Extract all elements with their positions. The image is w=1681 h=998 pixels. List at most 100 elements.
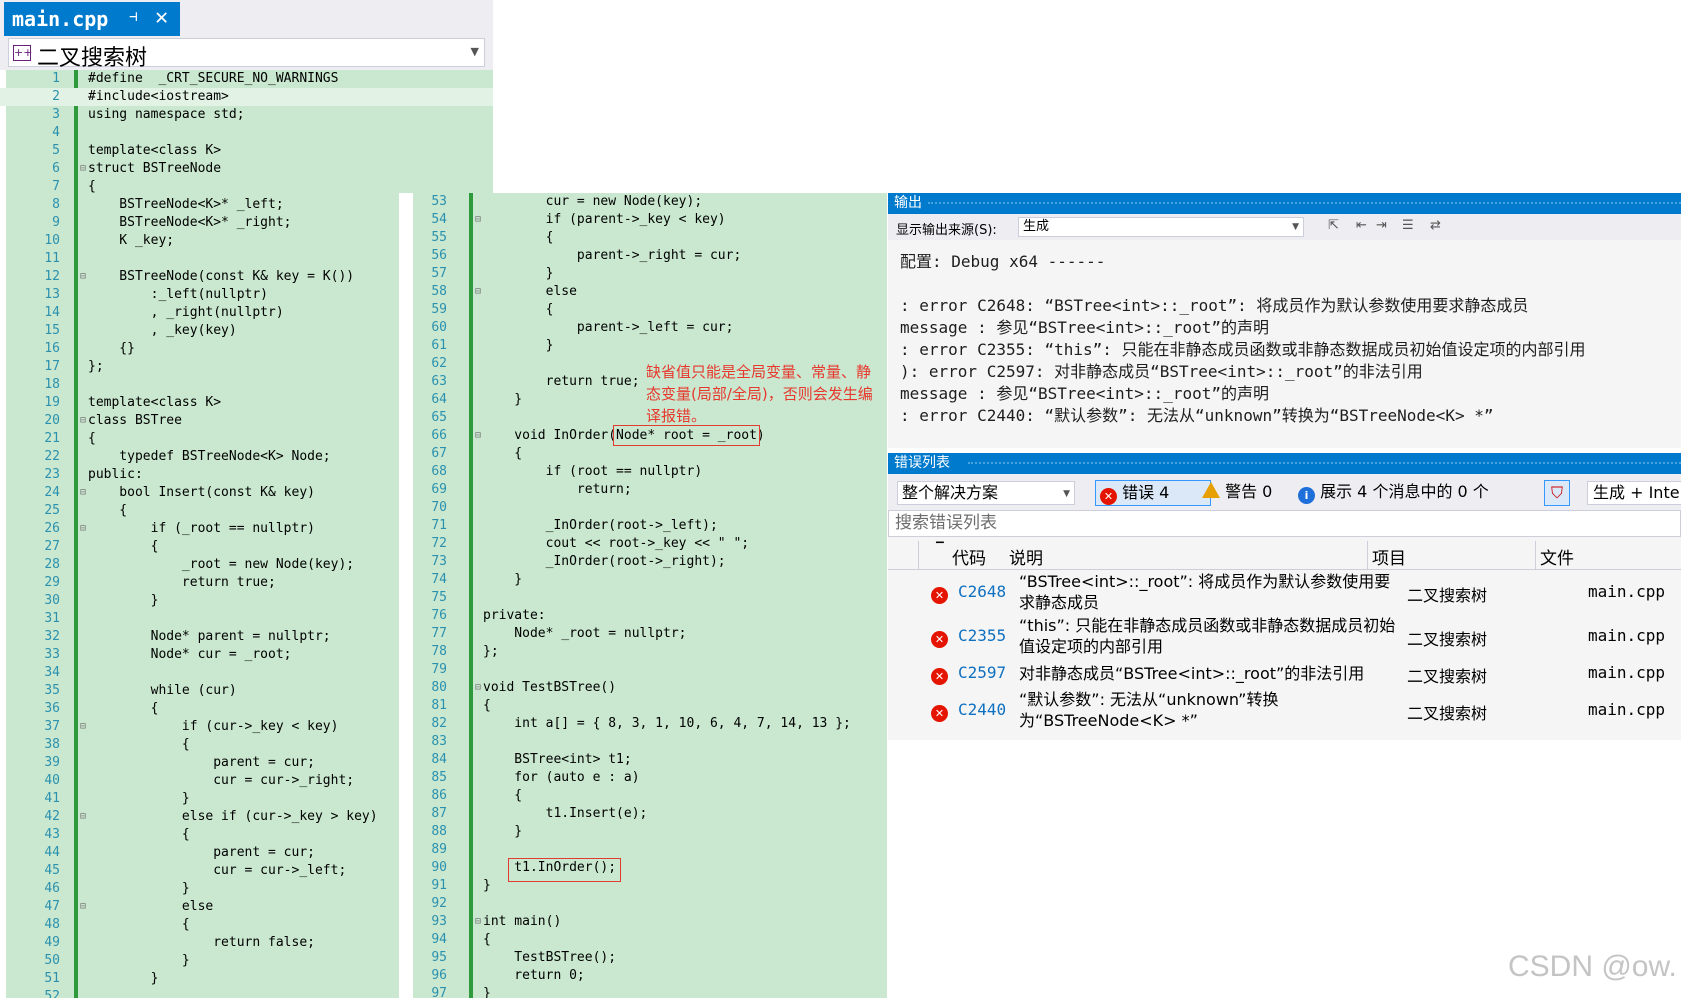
prev-message-icon[interactable]: ⇤ xyxy=(1356,218,1367,233)
fold-icon[interactable]: ⊟ xyxy=(475,427,481,445)
fold-icon[interactable]: ⊟ xyxy=(80,160,86,178)
code-line[interactable]: 61 } xyxy=(413,337,887,355)
line-text: parent = cur; xyxy=(88,755,315,770)
code-line[interactable]: 94 { xyxy=(413,931,887,949)
code-line[interactable]: 1 #define _CRT_SECURE_NO_WARNINGS xyxy=(0,70,493,88)
code-line[interactable]: 82 int a[] = { 8, 3, 1, 10, 6, 4, 7, 14,… xyxy=(413,715,887,733)
code-line[interactable]: 86 { xyxy=(413,787,887,805)
chevron-down-icon[interactable]: ▼ xyxy=(1063,483,1070,505)
line-text: , _key(key) xyxy=(88,323,237,338)
code-line[interactable]: 72 cout << root->_key << " "; xyxy=(413,535,887,553)
code-line[interactable]: 80 ⊟ void TestBSTree() xyxy=(413,679,887,697)
fold-icon[interactable]: ⊟ xyxy=(80,484,86,502)
code-line[interactable]: 4 xyxy=(0,124,493,142)
code-line[interactable]: 77 Node* _root = nullptr; xyxy=(413,625,887,643)
scope-select[interactable]: 整个解决方案 ▼ xyxy=(897,481,1075,505)
code-line[interactable]: 93 ⊟ int main() xyxy=(413,913,887,931)
code-line[interactable]: 69 return; xyxy=(413,481,887,499)
error-row[interactable]: ✕ C2355 “this”: 只能在非静态成员函数或非静态数据成员初始值设定项的内… xyxy=(888,614,1681,658)
code-line[interactable]: 58 ⊟ else xyxy=(413,283,887,301)
fold-icon[interactable]: ⊟ xyxy=(80,520,86,538)
code-line[interactable]: 87 t1.Insert(e); xyxy=(413,805,887,823)
sort-icon[interactable]: ▔ xyxy=(936,543,944,554)
fold-icon[interactable]: ⊟ xyxy=(475,679,481,697)
code-line[interactable]: 59 { xyxy=(413,301,887,319)
word-wrap-icon[interactable]: ⇄ xyxy=(1430,218,1441,233)
code-line[interactable]: 54 ⊟ if (parent->_key < key) xyxy=(413,211,887,229)
find-message-icon[interactable]: ⇱ xyxy=(1328,218,1339,233)
fold-icon[interactable]: ⊟ xyxy=(80,718,86,736)
code-line[interactable]: 71 _InOrder(root->_left); xyxy=(413,517,887,535)
close-icon[interactable]: ✕ xyxy=(155,5,168,30)
line-number: 6 xyxy=(52,161,60,176)
code-line[interactable]: 3 using namespace std; xyxy=(0,106,493,124)
error-row[interactable]: ✕ C2597 对非静态成员“BSTree<int>::_root”的非法引用 二叉搜… xyxy=(888,658,1681,688)
code-line[interactable]: 70 xyxy=(413,499,887,517)
output-title-bar[interactable]: 输出 xyxy=(888,193,1681,214)
pin-icon[interactable]: ⊣ xyxy=(129,9,137,25)
code-line[interactable]: 95 TestBSTree(); xyxy=(413,949,887,967)
code-line[interactable]: 53 cur = new Node(key); xyxy=(413,193,887,211)
code-line[interactable]: 79 xyxy=(413,661,887,679)
code-line[interactable]: 57 } xyxy=(413,265,887,283)
code-line[interactable]: 90 t1.InOrder(); xyxy=(413,859,887,877)
code-line[interactable]: 68 if (root == nullptr) xyxy=(413,463,887,481)
fold-icon[interactable]: ⊟ xyxy=(80,898,86,916)
code-line[interactable]: 74 } xyxy=(413,571,887,589)
code-line[interactable]: 2 #include<iostream> xyxy=(0,88,493,106)
column-desc[interactable]: 说明 xyxy=(1009,544,1043,569)
code-line[interactable]: 88 } xyxy=(413,823,887,841)
line-text: return true; xyxy=(483,374,640,389)
fold-icon[interactable]: ⊟ xyxy=(475,913,481,931)
code-line[interactable]: 84 BSTree<int> t1; xyxy=(413,751,887,769)
code-line[interactable]: 89 xyxy=(413,841,887,859)
build-intellisense-select[interactable]: 生成 + IntelliSense xyxy=(1587,481,1681,505)
tab-main-cpp[interactable]: main.cpp ⊣ ✕ xyxy=(4,2,180,36)
code-line[interactable]: 55 { xyxy=(413,229,887,247)
line-text: class BSTree xyxy=(88,413,182,428)
code-line[interactable]: 91} xyxy=(413,877,887,895)
code-pane-right[interactable]: 53 cur = new Node(key); 54 ⊟ if (parent->_… xyxy=(399,193,887,998)
warnings-filter-button[interactable]: 警告 0 xyxy=(1198,480,1294,506)
messages-filter-button[interactable]: i 展示 4 个消息中的 0 个 xyxy=(1294,480,1514,506)
column-code[interactable]: 代码 xyxy=(952,544,986,569)
chevron-down-icon[interactable]: ▼ xyxy=(471,45,479,58)
error-icon: ✕ xyxy=(931,700,948,722)
fold-icon[interactable]: ⊟ xyxy=(80,412,86,430)
fold-icon[interactable]: ⊟ xyxy=(80,808,86,826)
code-line[interactable]: 78}; xyxy=(413,643,887,661)
code-line[interactable]: 92 xyxy=(413,895,887,913)
code-line[interactable]: 67 { xyxy=(413,445,887,463)
line-text: if (root == nullptr) xyxy=(483,464,703,479)
error-search-input[interactable]: 搜索错误列表 xyxy=(888,510,1681,537)
code-line[interactable]: 81 { xyxy=(413,697,887,715)
code-line[interactable]: 83 xyxy=(413,733,887,751)
filter-icon[interactable]: ⛉ xyxy=(1544,480,1570,506)
code-line[interactable]: 60 parent->_left = cur; xyxy=(413,319,887,337)
errors-filter-button[interactable]: ✕ 错误 4 xyxy=(1095,480,1211,506)
output-text: 配置: Debug x64 ------: error C2648: “BSTr… xyxy=(900,251,1681,427)
code-line[interactable]: 73 _InOrder(root->_right); xyxy=(413,553,887,571)
output-source-select[interactable]: 生成 ▼ xyxy=(1018,217,1304,237)
code-line[interactable]: 96 return 0; xyxy=(413,967,887,985)
error-list-title-bar[interactable]: 错误列表 xyxy=(888,453,1681,474)
clear-all-icon[interactable]: ☰ xyxy=(1402,218,1414,233)
code-line[interactable]: 97} xyxy=(413,985,887,998)
code-line[interactable]: 76 private: xyxy=(413,607,887,625)
code-line[interactable]: 56 parent->_right = cur; xyxy=(413,247,887,265)
code-line[interactable]: 75 xyxy=(413,589,887,607)
column-file[interactable]: 文件 xyxy=(1540,544,1574,569)
error-row[interactable]: ✕ C2648 “BSTree<int>::_root”: 将成员作为默认参数使用要… xyxy=(888,570,1681,614)
line-text: { xyxy=(483,932,491,947)
code-line[interactable]: 85 for (auto e : a) xyxy=(413,769,887,787)
code-line[interactable]: 6 ⊟ struct BSTreeNode xyxy=(0,160,493,178)
code-line[interactable]: 5 template<class K> xyxy=(0,142,493,160)
project-dropdown[interactable]: ++ 二叉搜索树 ▼ xyxy=(8,38,485,71)
fold-icon[interactable]: ⊟ xyxy=(475,283,481,301)
error-row[interactable]: ✕ C2440 “默认参数”: 无法从“unknown”转换为“BSTreeNode… xyxy=(888,688,1681,732)
next-message-icon[interactable]: ⇥ xyxy=(1376,218,1387,233)
chevron-down-icon[interactable]: ▼ xyxy=(1292,218,1299,236)
fold-icon[interactable]: ⊟ xyxy=(80,268,86,286)
column-project[interactable]: 项目 xyxy=(1372,544,1406,569)
fold-icon[interactable]: ⊟ xyxy=(475,211,481,229)
